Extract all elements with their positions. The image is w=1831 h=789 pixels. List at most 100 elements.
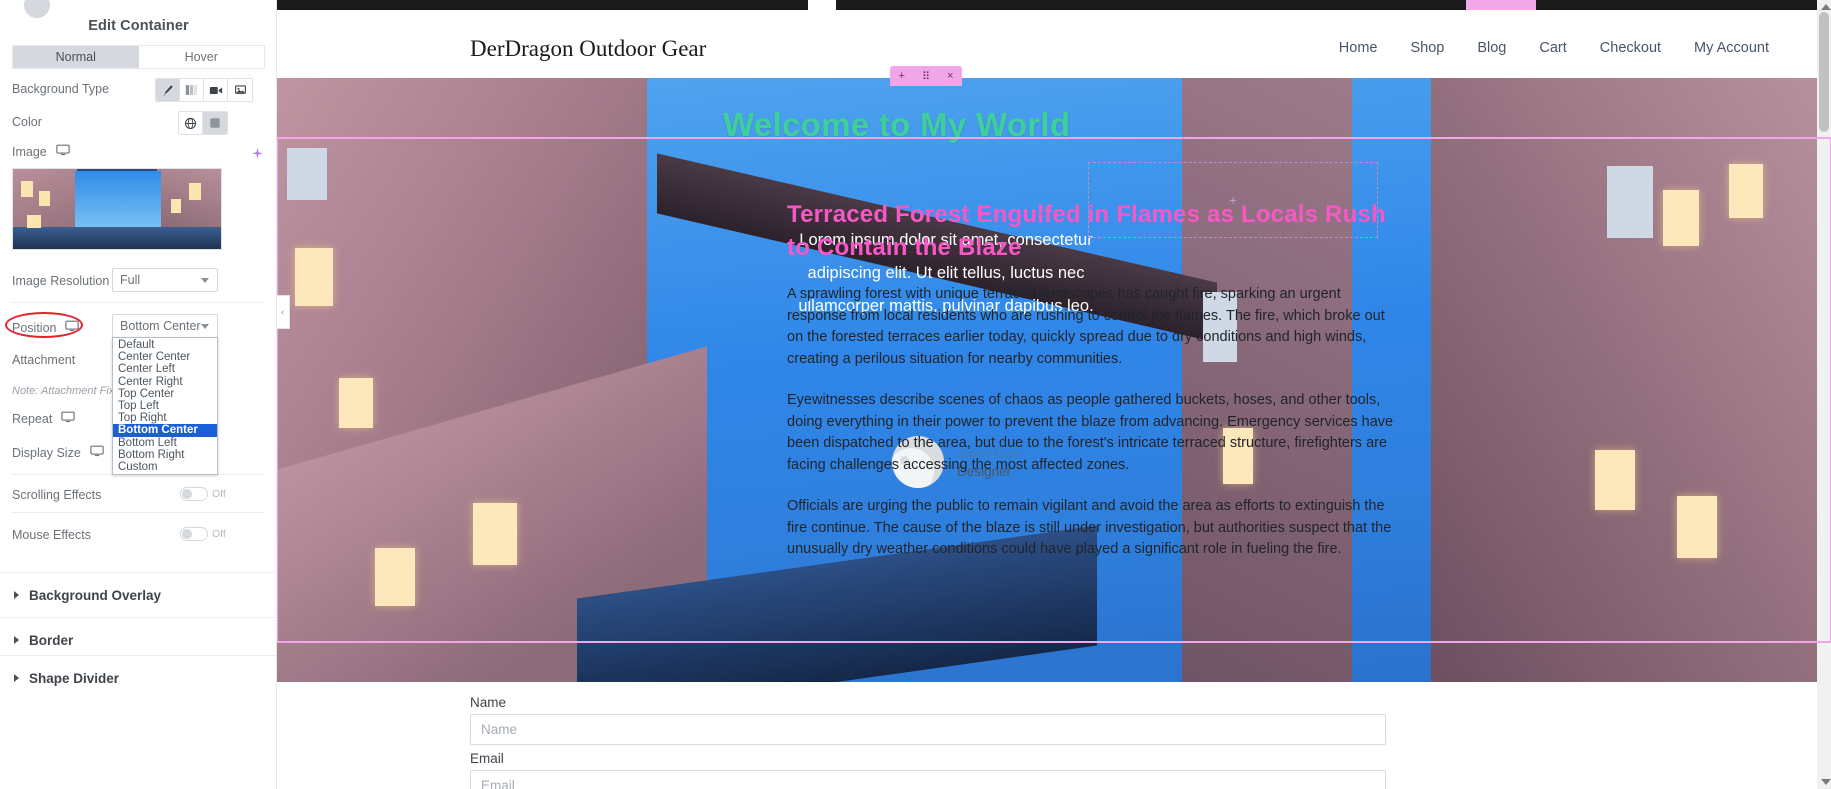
hero-heading[interactable]: Welcome to My World: [723, 106, 1423, 144]
article-paragraph-3[interactable]: Officials are urging the public to remai…: [787, 496, 1397, 561]
image-resolution-label: Image Resolution: [12, 274, 110, 288]
thumb-sky: [75, 171, 161, 231]
position-select[interactable]: Bottom Center: [112, 314, 218, 338]
empty-element-placeholder[interactable]: +: [1088, 162, 1378, 238]
tab-hover[interactable]: Hover: [138, 46, 264, 68]
mouse-effects-state: Off: [212, 528, 226, 540]
globe-icon[interactable]: [179, 112, 203, 134]
nav-item-shop[interactable]: Shop: [1410, 40, 1444, 56]
color-label: Color: [12, 115, 42, 129]
toggle-knob: [182, 529, 192, 539]
scroll-up-arrow-icon[interactable]: [1821, 4, 1831, 10]
elementor-editor-panel: Edit Container Normal Hover Background T…: [0, 0, 277, 789]
window: [287, 148, 327, 200]
position-dropdown-list[interactable]: Default Center Center Center Left Center…: [112, 337, 218, 476]
nav-item-home[interactable]: Home: [1339, 40, 1378, 56]
site-header: DerDragon Outdoor Gear Home Shop Blog Ca…: [277, 10, 1831, 78]
thumb-window: [189, 183, 201, 200]
dropdown-option-top-left[interactable]: Top Left: [113, 400, 217, 412]
window: [1607, 166, 1653, 238]
background-type-buttons: [155, 78, 253, 102]
plus-icon: +: [1229, 192, 1237, 208]
window: [339, 378, 373, 428]
preview-canvas: ‹ DerDragon Outdoor Gear Home Shop Blog …: [277, 10, 1831, 789]
slideshow-icon[interactable]: [228, 79, 252, 101]
article-paragraph-2[interactable]: Eyewitnesses describe scenes of chaos as…: [787, 390, 1397, 476]
app-root: Edit Container Normal Hover Background T…: [0, 0, 1831, 789]
scrolling-effects-state: Off: [212, 488, 226, 500]
scrolling-effects-row: Scrolling Effects: [12, 488, 265, 502]
image-resolution-value: Full: [120, 273, 141, 287]
close-icon[interactable]: ×: [947, 70, 953, 82]
responsive-monitor-icon[interactable]: [56, 144, 70, 159]
chevron-down-icon: [201, 324, 209, 329]
dropdown-option-center-center[interactable]: Center Center: [113, 351, 217, 363]
site-logo[interactable]: DerDragon Outdoor Gear: [470, 36, 706, 62]
dropdown-option-default[interactable]: Default: [113, 339, 217, 351]
dropdown-option-center-right[interactable]: Center Right: [113, 376, 217, 388]
thumb-window: [39, 191, 50, 206]
accordion-label: Shape Divider: [29, 670, 120, 686]
contact-form-section: Name Name Email Email: [277, 682, 1831, 789]
window: [473, 503, 517, 565]
drag-handle-icon[interactable]: ⠿: [922, 70, 930, 83]
chevron-right-icon: [14, 591, 19, 599]
dropdown-option-top-right[interactable]: Top Right: [113, 412, 217, 424]
position-label: Position: [12, 320, 57, 335]
ai-sparkle-icon[interactable]: [251, 147, 264, 163]
gradient-icon[interactable]: [180, 79, 204, 101]
scrolling-effects-label: Scrolling Effects: [12, 488, 102, 502]
panel-collapse-handle[interactable]: ‹: [277, 295, 290, 329]
scroll-down-arrow-icon[interactable]: [1821, 779, 1831, 785]
page-scrollbar[interactable]: [1817, 0, 1831, 789]
dropdown-option-bottom-right[interactable]: Bottom Right: [113, 449, 217, 461]
background-image-thumbnail[interactable]: [12, 168, 222, 250]
responsive-monitor-icon[interactable]: [61, 411, 76, 426]
nav-item-blog[interactable]: Blog: [1477, 40, 1506, 56]
mouse-effects-toggle[interactable]: [180, 527, 208, 541]
scrollbar-thumb[interactable]: [1819, 12, 1829, 132]
element-toolbar[interactable]: + ⠿ ×: [890, 66, 962, 86]
responsive-monitor-icon[interactable]: [65, 320, 80, 335]
scrolling-effects-toggle[interactable]: [180, 487, 208, 501]
accordion-background-overlay[interactable]: Background Overlay: [0, 572, 276, 617]
mouse-effects-label: Mouse Effects: [12, 528, 91, 542]
page-title: Edit Container: [88, 18, 189, 34]
video-icon[interactable]: [204, 79, 228, 101]
add-element-icon[interactable]: +: [899, 70, 905, 82]
accordion-label: Background Overlay: [29, 587, 162, 603]
dropdown-option-center-left[interactable]: Center Left: [113, 363, 217, 375]
tab-normal[interactable]: Normal: [13, 46, 139, 68]
window: [295, 248, 333, 306]
dropdown-option-custom[interactable]: Custom: [113, 461, 217, 473]
user-avatar[interactable]: [22, 0, 52, 20]
repeat-label: Repeat: [12, 411, 53, 426]
nav-item-my-account[interactable]: My Account: [1694, 40, 1769, 56]
dropdown-option-bottom-left[interactable]: Bottom Left: [113, 437, 217, 449]
classic-brush-icon[interactable]: [156, 79, 180, 101]
thumb-window: [27, 215, 41, 228]
color-swatch-icon[interactable]: [203, 112, 227, 134]
accordion-shape-divider[interactable]: Shape Divider: [0, 655, 276, 700]
name-input[interactable]: Name: [470, 714, 1386, 745]
accordion-label: Border: [29, 632, 74, 648]
dropdown-option-top-center[interactable]: Top Center: [113, 388, 217, 400]
chevron-right-icon: [14, 674, 19, 682]
hero-container[interactable]: Welcome to My World Lorem ipsum dolor si…: [277, 78, 1831, 682]
image-resolution-select[interactable]: Full: [112, 268, 218, 292]
thumb-lower-band: [13, 227, 221, 249]
thumb-window: [171, 199, 181, 213]
chrome-active-tab[interactable]: [1466, 0, 1536, 10]
state-tabs: Normal Hover: [12, 45, 265, 69]
display-size-label: Display Size: [12, 445, 81, 460]
window: [375, 548, 415, 606]
article-paragraph-1[interactable]: A sprawling forest with unique terraced …: [787, 284, 1397, 370]
article-block[interactable]: Terraced Forest Engulfed in Flames as Lo…: [787, 198, 1397, 561]
nav-item-cart[interactable]: Cart: [1539, 40, 1566, 56]
window: [1595, 450, 1635, 510]
nav-item-checkout[interactable]: Checkout: [1600, 40, 1661, 56]
responsive-monitor-icon[interactable]: [90, 445, 104, 460]
dropdown-option-bottom-center[interactable]: Bottom Center: [113, 424, 217, 437]
divider: [12, 302, 265, 303]
email-input[interactable]: Email: [470, 770, 1386, 789]
